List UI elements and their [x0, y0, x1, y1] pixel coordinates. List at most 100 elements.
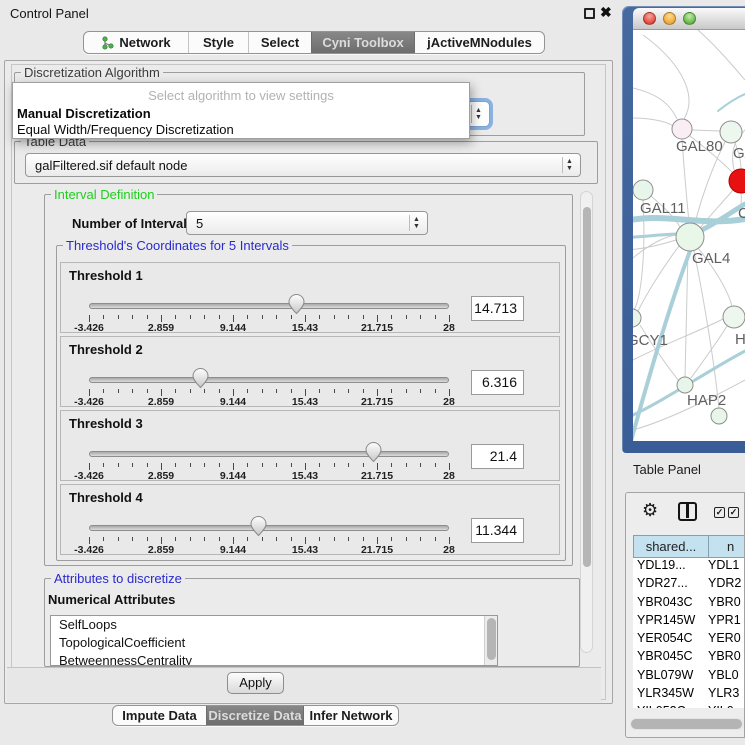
attributes-scrollbar-thumb[interactable] [487, 618, 496, 660]
slider-tick-label: 9.144 [220, 396, 246, 408]
combo-stepper-icon[interactable]: ▲▼ [471, 105, 485, 123]
network-edge [643, 35, 689, 119]
numerical-attributes-list[interactable]: SelfLoopsTopologicalCoefficientBetweenne… [50, 615, 498, 666]
threshold-value-field[interactable]: 21.4 [471, 444, 524, 469]
table-row[interactable]: YBR045CYBR0 [633, 649, 745, 667]
cell-shared-name: YLR345W [633, 686, 707, 700]
table-data-combobox[interactable]: galFiltered.sif default node ▲▼ [25, 153, 581, 177]
slider-tick [103, 315, 104, 319]
gal4-node[interactable] [676, 223, 704, 251]
threshold-panel: Threshold 2-3.4262.8599.14415.4321.71528… [60, 336, 560, 407]
main-scrollbar-thumb[interactable] [583, 207, 591, 567]
slider-tick [305, 315, 306, 322]
slider-tick [420, 389, 421, 393]
tab-jactivemnodules[interactable]: jActiveMNodules [414, 32, 544, 53]
slider-thumb[interactable] [365, 442, 382, 463]
slider-tick [435, 537, 436, 541]
slider-tick [132, 537, 133, 541]
cell-shared-name: YPR145W [633, 613, 707, 627]
slider-tick-label: -3.426 [74, 544, 104, 556]
attributes-scrollbar[interactable] [484, 616, 497, 665]
hap2-node[interactable] [677, 377, 693, 393]
float-icon[interactable] [584, 8, 595, 19]
slider-tick-label: 28 [443, 322, 455, 334]
table-row[interactable]: YBL079WYBL0 [633, 668, 745, 686]
close-traffic-light-icon[interactable] [643, 12, 656, 25]
tab-infer-network[interactable]: Infer Network [303, 706, 398, 725]
table-row[interactable]: YDL19...YDL1 [633, 558, 745, 576]
tab-discretize-data[interactable]: Discretize Data [206, 706, 303, 725]
number-of-intervals-value: 5 [196, 216, 203, 231]
unlabeled-node[interactable] [711, 408, 727, 424]
algorithm-prompt: Select algorithm to view settings [13, 88, 469, 103]
table-horizontal-scrollbar[interactable] [630, 718, 744, 730]
slider-tick [233, 315, 234, 322]
network-window-titlebar[interactable] [633, 8, 745, 30]
tab-network[interactable]: Network [84, 32, 188, 53]
slider-tick [262, 315, 263, 319]
number-of-intervals-combobox[interactable]: 5 ▲▼ [186, 211, 428, 235]
attribute-list-item[interactable]: SelfLoops [51, 616, 497, 634]
zoom-traffic-light-icon[interactable] [683, 12, 696, 25]
selected-red-node[interactable] [729, 169, 745, 193]
gear-icon[interactable]: ⚙ [642, 500, 658, 521]
slider-track[interactable] [89, 525, 449, 531]
main-scrollbar[interactable] [580, 191, 593, 653]
combo-stepper-icon[interactable]: ▲▼ [562, 157, 576, 173]
table-row[interactable]: YIL052CYIL0 [633, 704, 745, 708]
slider-tick-label: 28 [443, 544, 455, 556]
tab-cyni-toolbox[interactable]: Cyni Toolbox [311, 32, 414, 53]
minimize-traffic-light-icon[interactable] [663, 12, 676, 25]
threshold-value-field[interactable]: 11.344 [471, 518, 524, 543]
slider-track[interactable] [89, 377, 449, 383]
slider-tick [276, 315, 277, 319]
gcy1-node[interactable] [633, 309, 641, 327]
cell-shared-name: YIL052C [633, 704, 707, 708]
slider-track[interactable] [89, 451, 449, 457]
gal80-node[interactable] [672, 119, 692, 139]
checkbox-checked-icon[interactable]: ✓ [728, 507, 739, 518]
table-row[interactable]: YER054CYER0 [633, 631, 745, 649]
slider-thumb[interactable] [288, 294, 305, 315]
ga-node[interactable] [720, 121, 742, 143]
algorithm-option[interactable]: Equal Width/Frequency Discretization [17, 122, 234, 137]
slider-tick-label: 21.715 [361, 396, 393, 408]
gal11-node[interactable] [633, 180, 653, 200]
slider-thumb[interactable] [192, 368, 209, 389]
apply-button[interactable]: Apply [227, 672, 284, 694]
slider-tick-label: 15.43 [292, 396, 318, 408]
h-node[interactable] [723, 306, 745, 328]
network-canvas[interactable]: GAL11GCY1HHAP2GAL4GAL80GAC [633, 30, 745, 441]
slider-tick [406, 463, 407, 467]
slider-tick [377, 315, 378, 322]
slider-tick [449, 389, 450, 396]
tab-style[interactable]: Style [188, 32, 248, 53]
slider-tick-label: 21.715 [361, 470, 393, 482]
threshold-value-field[interactable]: 14.713 [471, 296, 524, 321]
cell-name: YBR0 [707, 595, 741, 609]
algorithm-option[interactable]: Manual Discretization [17, 106, 151, 121]
combo-stepper-icon[interactable]: ▲▼ [409, 215, 423, 231]
table-row[interactable]: YDR27...YDR2 [633, 576, 745, 594]
close-icon[interactable]: ✖ [600, 4, 612, 21]
table-row[interactable]: YBR043CYBR0 [633, 595, 745, 613]
slider-track[interactable] [89, 303, 449, 309]
column-header[interactable]: shared... [633, 535, 709, 558]
attribute-list-item[interactable]: BetweennessCentrality [51, 652, 497, 666]
node-label: GAL11 [640, 200, 686, 217]
column-header[interactable]: n [709, 535, 745, 558]
checkbox-checked-icon[interactable]: ✓ [714, 507, 725, 518]
cell-shared-name: YDR27... [633, 576, 707, 590]
threshold-value-field[interactable]: 6.316 [471, 370, 524, 395]
table-row[interactable]: YPR145WYPR1 [633, 613, 745, 631]
slider-tick [348, 537, 349, 541]
slider-tick [319, 315, 320, 319]
slider-tick [204, 463, 205, 467]
slider-thumb[interactable] [250, 516, 267, 537]
tab-impute-data[interactable]: Impute Data [113, 706, 206, 725]
columns-icon[interactable] [678, 502, 697, 521]
table-hscrollbar-thumb[interactable] [631, 719, 742, 729]
tab-select[interactable]: Select [248, 32, 311, 53]
attribute-list-item[interactable]: TopologicalCoefficient [51, 634, 497, 652]
table-row[interactable]: YLR345WYLR3 [633, 686, 745, 704]
